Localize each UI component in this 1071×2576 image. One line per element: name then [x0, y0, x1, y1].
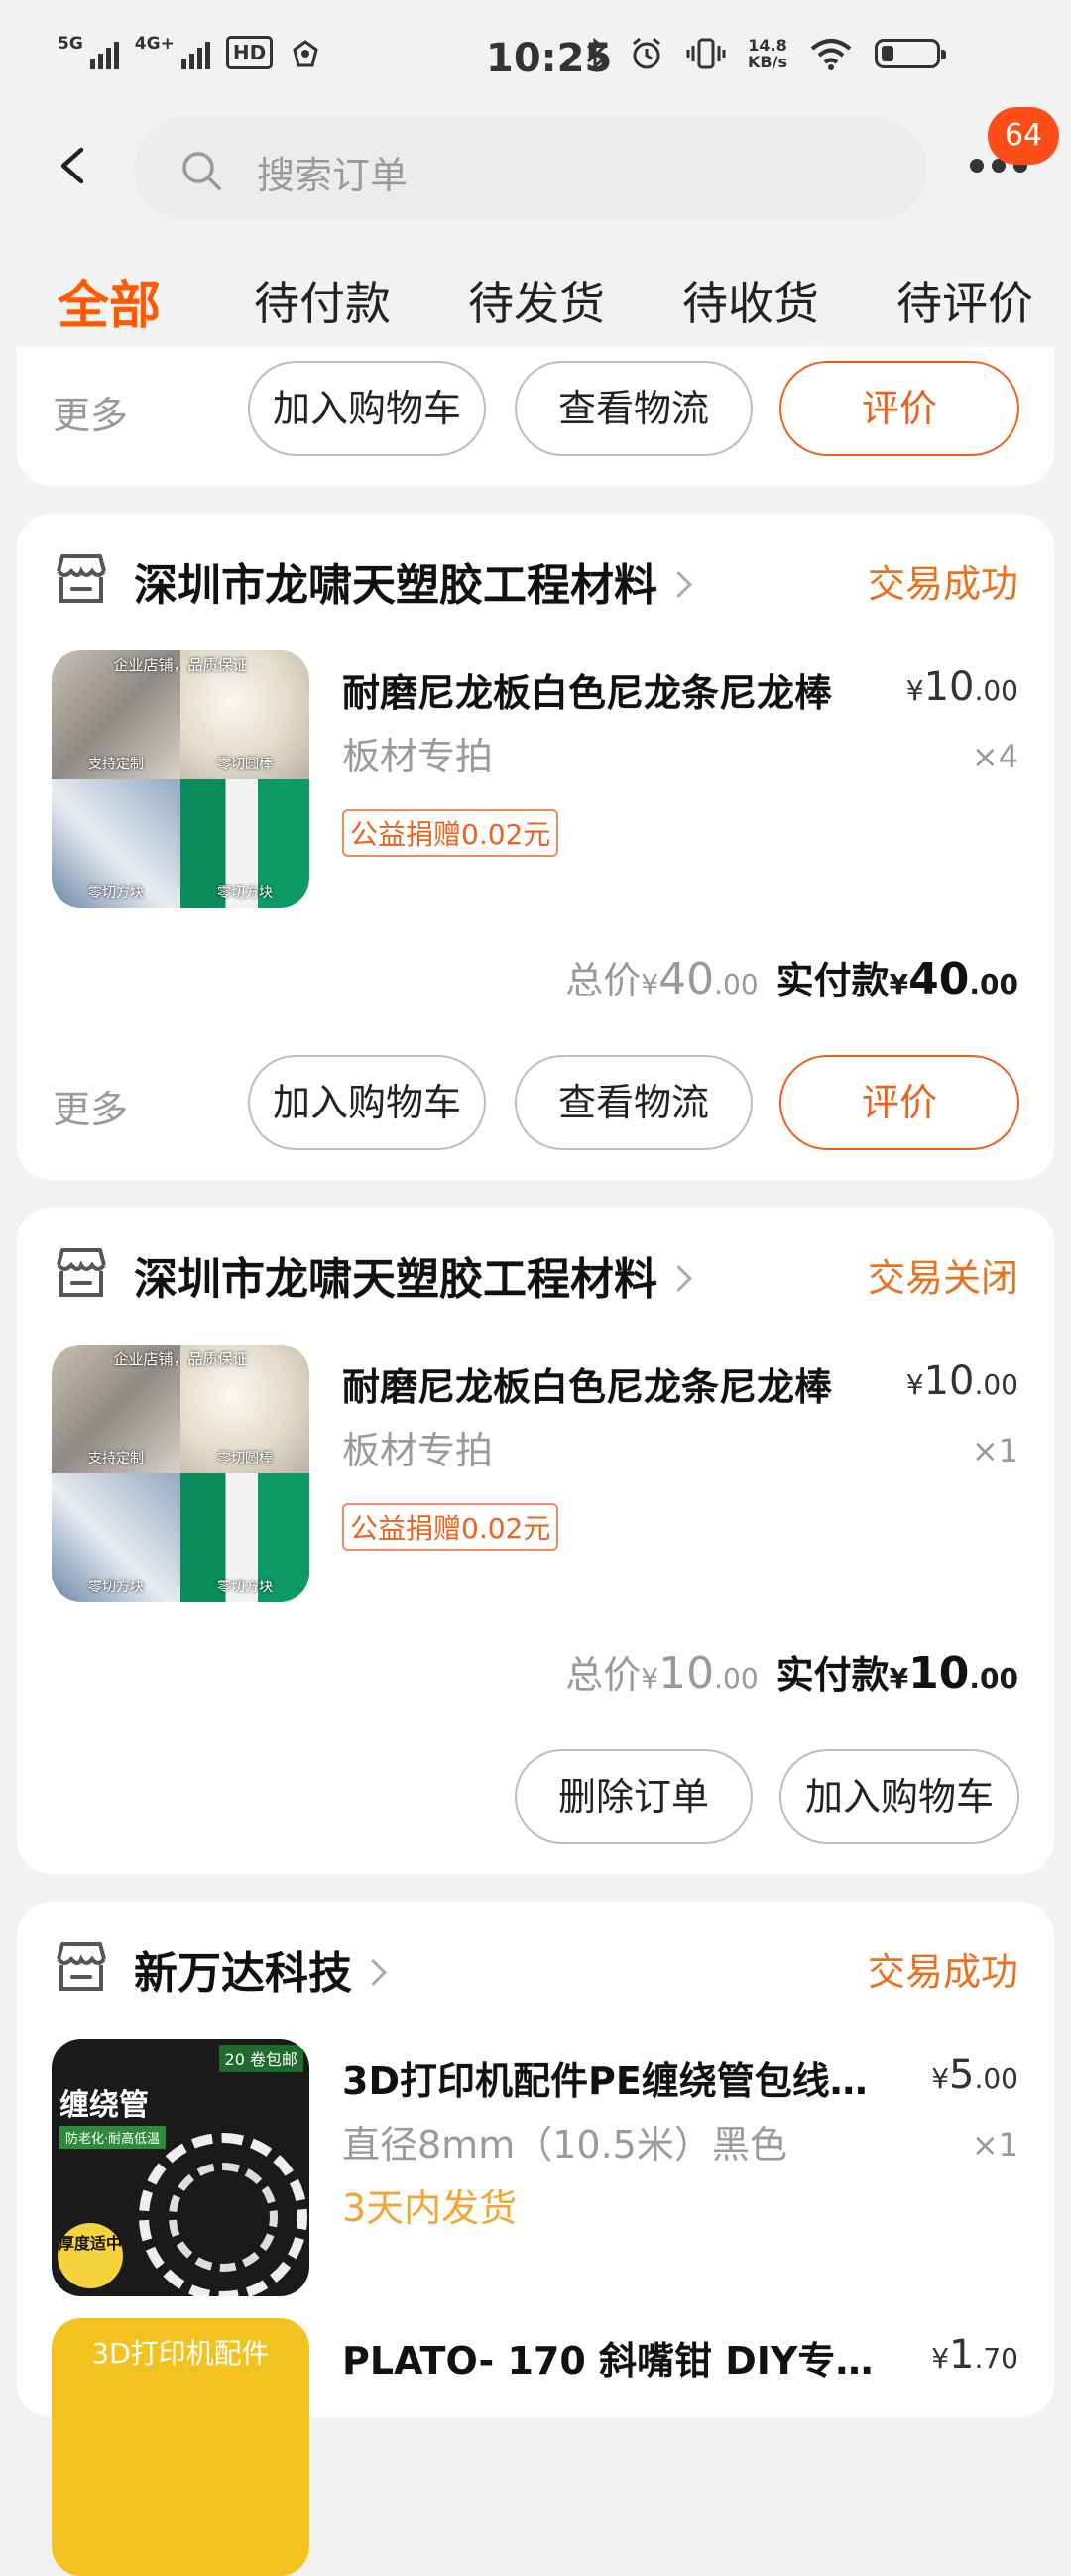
tab-all[interactable]: 全部	[58, 264, 161, 338]
order-totals: 总价¥40.00 实付款¥40.00	[565, 954, 1018, 1004]
tab-pending-payment[interactable]: 待付款	[254, 268, 391, 333]
vibrate-icon	[686, 38, 726, 69]
product-spec: 直径8mm（10.5米）黑色	[342, 2123, 787, 2166]
more-link[interactable]: 更多	[53, 1079, 128, 1133]
add-to-cart-button[interactable]: 加入购物车	[248, 361, 486, 456]
search-input[interactable]: 搜索订单	[134, 117, 927, 220]
view-logistics-button[interactable]: 查看物流	[515, 1055, 753, 1150]
signal-4g-icon: 4G+	[135, 36, 210, 69]
product-title[interactable]: 耐磨尼龙板白色尼龙条尼龙棒	[342, 1356, 878, 1411]
product-price: ¥10.00	[905, 664, 1018, 710]
shop-name[interactable]: 深圳市龙啸天塑胶工程材料	[134, 549, 692, 613]
battery-icon	[874, 39, 946, 68]
product-image[interactable]: 3D打印机配件	[52, 2318, 309, 2576]
order-card: 新万达科技 交易成功 缠绕管 防老化·耐高低温 20 卷包邮 厚度适中 3D打印…	[17, 1902, 1054, 2576]
donation-tag: 公益捐赠0.02元	[342, 809, 559, 857]
product-price: ¥1.70	[931, 2332, 1018, 2378]
bluetooth-icon	[586, 37, 606, 70]
status-bar: 5G 4G+ HD 10:25 14.8 KB/s	[0, 0, 1071, 109]
chevron-right-icon	[665, 570, 692, 598]
review-button[interactable]: 评价	[779, 361, 1019, 456]
product-quantity: ×4	[971, 738, 1018, 775]
net-speed: 14.8 KB/s	[748, 36, 787, 71]
product-image[interactable]: 缠绕管 防老化·耐高低温 20 卷包邮 厚度适中	[52, 2039, 309, 2296]
more-link[interactable]: 更多	[53, 385, 128, 439]
donation-tag: 公益捐赠0.02元	[342, 1503, 559, 1551]
shop-icon	[57, 554, 106, 603]
order-card: 深圳市龙啸天塑胶工程材料 交易关闭 支持定制 零切圆棒 零切方块 零切方块 企业…	[17, 1208, 1054, 1874]
shop-icon	[57, 1248, 106, 1297]
chevron-right-icon	[665, 1264, 692, 1292]
product-quantity: ×1	[971, 2126, 1018, 2164]
view-logistics-button[interactable]: 查看物流	[515, 361, 753, 456]
order-card: 深圳市龙啸天塑胶工程材料 交易成功 支持定制 零切圆棒 零切方块 零切方块 企业…	[17, 514, 1054, 1180]
product-quantity: ×1	[971, 1432, 1018, 1469]
add-to-cart-button[interactable]: 加入购物车	[779, 1749, 1019, 1844]
product-title[interactable]: 耐磨尼龙板白色尼龙条尼龙棒	[342, 662, 878, 717]
order-status: 交易成功	[867, 1950, 1018, 1994]
product-image[interactable]: 支持定制 零切圆棒 零切方块 零切方块 企业店铺，品质保证	[52, 1345, 309, 1602]
product-title[interactable]: PLATO- 170 斜嘴钳 DIY专用钳子	[342, 2330, 878, 2385]
wifi-icon	[810, 39, 852, 70]
tab-pending-review[interactable]: 待评价	[896, 268, 1033, 333]
product-image[interactable]: 支持定制 零切圆棒 零切方块 零切方块 企业店铺，品质保证	[52, 650, 309, 908]
shop-name[interactable]: 深圳市龙啸天塑胶工程材料	[134, 1243, 692, 1307]
shipping-promise: 3天内发货	[342, 2186, 518, 2230]
order-card-partial: 更多 加入购物车 查看物流 评价	[17, 347, 1054, 486]
order-totals: 总价¥10.00 实付款¥10.00	[565, 1648, 1018, 1698]
search-placeholder: 搜索订单	[257, 154, 409, 197]
alarm-icon	[633, 37, 660, 69]
tab-pending-shipment[interactable]: 待发货	[468, 268, 605, 333]
shop-icon	[57, 1942, 106, 1991]
app-notification-icon	[293, 40, 318, 67]
search-icon	[182, 152, 221, 190]
product-price: ¥10.00	[905, 1358, 1018, 1404]
chevron-right-icon	[360, 1958, 387, 1986]
delete-order-button[interactable]: 删除订单	[515, 1749, 753, 1844]
product-spec: 板材专拍	[342, 1429, 494, 1472]
hd-voice-icon: HD	[225, 36, 274, 69]
order-status: 交易关闭	[867, 1256, 1018, 1300]
product-price: ¥5.00	[931, 2052, 1018, 2098]
product-title[interactable]: 3D打印机配件PE缠绕管包线管保护套	[342, 2050, 878, 2105]
order-status: 交易成功	[867, 562, 1018, 606]
signal-5g-icon: 5G	[58, 36, 119, 69]
review-button[interactable]: 评价	[779, 1055, 1019, 1150]
product-spec: 板材专拍	[342, 735, 494, 778]
add-to-cart-button[interactable]: 加入购物车	[248, 1055, 486, 1150]
shop-name[interactable]: 新万达科技	[134, 1937, 387, 2001]
back-arrow-icon[interactable]	[52, 144, 95, 187]
tab-pending-receipt[interactable]: 待收货	[682, 268, 819, 333]
message-badge: 64	[988, 107, 1059, 165]
order-tabs: 全部 待付款 待发货 待收货 待评价	[0, 256, 1071, 345]
